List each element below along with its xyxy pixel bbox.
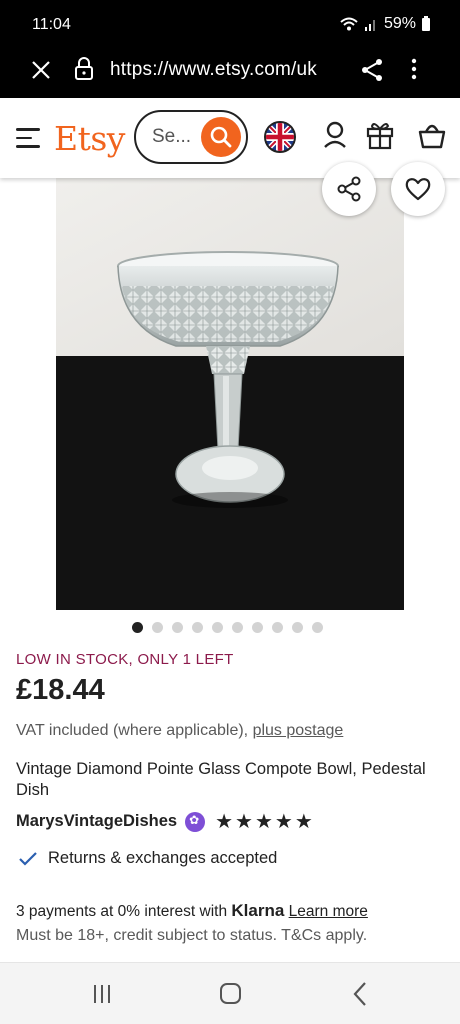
carousel-dot[interactable] bbox=[292, 622, 303, 633]
search-placeholder: Se... bbox=[152, 126, 192, 147]
site-header: Etsy Se... bbox=[0, 98, 460, 178]
stock-notice: LOW IN STOCK, ONLY 1 LEFT bbox=[16, 651, 234, 668]
wifi-icon bbox=[340, 17, 358, 31]
search-button[interactable] bbox=[201, 117, 241, 157]
product-title: Vintage Diamond Pointe Glass Compote Bow… bbox=[16, 760, 426, 799]
carousel-dot[interactable] bbox=[272, 622, 283, 633]
recents-icon[interactable] bbox=[92, 983, 112, 1005]
vat-text: VAT included (where applicable), plus po… bbox=[16, 722, 343, 740]
shop-name-link[interactable]: MarysVintageDishes bbox=[16, 812, 177, 831]
returns-row: Returns & exchanges accepted bbox=[18, 849, 277, 868]
share-button[interactable] bbox=[322, 162, 376, 216]
carousel-dot[interactable] bbox=[132, 622, 143, 633]
url-field[interactable]: https://www.etsy.com/uk bbox=[110, 59, 317, 81]
carousel-dot[interactable] bbox=[172, 622, 183, 633]
postage-link[interactable]: plus postage bbox=[253, 722, 344, 739]
account-icon[interactable] bbox=[322, 120, 348, 150]
back-icon[interactable] bbox=[352, 981, 368, 1007]
browser-toolbar: https://www.etsy.com/uk bbox=[0, 50, 460, 98]
battery-percent: 59% bbox=[383, 15, 416, 32]
more-vert-icon[interactable] bbox=[410, 57, 418, 81]
price: £18.44 bbox=[16, 674, 105, 706]
home-icon[interactable] bbox=[220, 983, 241, 1004]
carousel-dots[interactable] bbox=[132, 622, 323, 633]
klarna-prefix: 3 payments at 0% interest with bbox=[16, 903, 232, 920]
system-nav-bar bbox=[0, 962, 460, 1024]
returns-text: Returns & exchanges accepted bbox=[48, 849, 278, 867]
menu-icon[interactable] bbox=[16, 128, 40, 148]
learn-more-link[interactable]: Learn more bbox=[289, 903, 368, 920]
heart-icon bbox=[405, 178, 431, 201]
status-time: 11:04 bbox=[32, 16, 71, 33]
share-icon bbox=[337, 176, 361, 202]
klarna-row: 3 payments at 0% interest with Klarna Le… bbox=[16, 901, 368, 921]
carousel-dot[interactable] bbox=[232, 622, 243, 633]
gift-icon[interactable] bbox=[366, 120, 394, 150]
carousel-dot[interactable] bbox=[212, 622, 223, 633]
signal-icon bbox=[364, 20, 375, 31]
battery-icon bbox=[422, 15, 430, 31]
region-flag-icon[interactable] bbox=[264, 121, 296, 153]
lock-icon[interactable] bbox=[74, 57, 94, 81]
close-icon[interactable] bbox=[30, 59, 52, 81]
status-icons: 59% bbox=[340, 15, 430, 33]
shop-row: MarysVintageDishes ★★★★★ bbox=[16, 809, 315, 834]
search-input[interactable]: Se... bbox=[134, 110, 248, 164]
rating-stars[interactable]: ★★★★★ bbox=[215, 809, 315, 834]
klarna-logo: Klarna bbox=[231, 901, 285, 920]
search-icon bbox=[210, 126, 232, 148]
checkmark-icon bbox=[19, 851, 37, 866]
carousel-dot[interactable] bbox=[192, 622, 203, 633]
vat-label: VAT included (where applicable), bbox=[16, 722, 253, 739]
carousel-dot[interactable] bbox=[152, 622, 163, 633]
cart-icon[interactable] bbox=[418, 120, 446, 150]
status-bar: 11:04 59% bbox=[0, 0, 460, 50]
favorite-button[interactable] bbox=[391, 162, 445, 216]
etsy-logo[interactable]: Etsy bbox=[54, 119, 125, 158]
star-seller-badge-icon[interactable] bbox=[185, 811, 206, 832]
carousel-dot[interactable] bbox=[252, 622, 263, 633]
share-icon[interactable] bbox=[360, 57, 384, 83]
carousel-dot[interactable] bbox=[312, 622, 323, 633]
klarna-note: Must be 18+, credit subject to status. T… bbox=[16, 927, 368, 944]
product-image[interactable] bbox=[56, 178, 404, 610]
